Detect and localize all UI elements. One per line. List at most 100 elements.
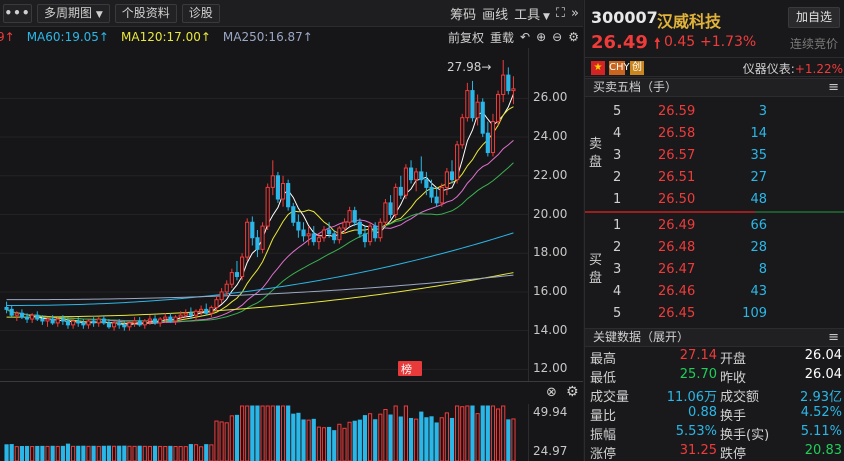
volume-chart[interactable] [0,404,583,461]
bid-vol: 28 [750,240,767,255]
candle [393,183,398,219]
gear-icon[interactable]: ⚙ [568,30,579,44]
ask-row[interactable]: 1 26.50 48 [585,189,844,211]
diagnose-button[interactable]: 诊股 [181,3,220,23]
lhb-badge-text: 榜 [401,362,412,376]
candle [511,76,516,105]
candle [152,315,158,325]
candlestick-chart[interactable]: 27.98→ 榜 [0,48,583,381]
volume-bar [91,445,96,461]
stock-profile-button[interactable]: 个股资料 [114,3,177,23]
volume-bar [4,444,9,461]
orderbook-header[interactable]: 买卖五档（手） ≡ [585,78,844,97]
ask-row[interactable]: 3 26.57 35 [585,145,844,167]
volume-bar [291,413,296,461]
chips-button[interactable]: 筹码 [450,4,476,23]
ask-vol: 3 [758,104,767,119]
volume-bar [455,405,460,461]
orderbook-divider-bid [755,211,844,213]
volume-bar [434,422,439,461]
undo-icon[interactable]: ↶ [520,30,530,44]
bid-row[interactable]: 3 26.47 8 [585,259,844,281]
ask-row[interactable]: 2 26.51 27 [585,167,844,189]
bid-row[interactable]: 2 26.48 28 [585,237,844,259]
candle [419,156,424,184]
bid-row[interactable]: 4 26.46 43 [585,281,844,303]
volume-bar [168,445,173,461]
candle [270,160,275,196]
candle [388,195,393,219]
tools-dropdown[interactable]: 工具 ▼ [514,4,550,23]
keydata-value: 26.04 [804,348,842,363]
candle [71,319,76,329]
candle [414,168,419,192]
volume-bar [367,413,373,461]
period-dropdown[interactable]: 多周期图 ▼ [37,3,110,23]
bid-price: 26.48 [658,240,696,255]
ask-price: 26.58 [658,126,696,141]
toolbar-right: 筹码 画线 工具 ▼ ⛶ » [450,0,579,27]
overlay-toggle[interactable]: 重载 [490,29,514,46]
chy-tag[interactable]: CHY [609,61,630,75]
volume-bar [111,445,117,461]
ask-row[interactable]: 4 26.58 14 [585,123,844,145]
price-tick: 18.00 [533,245,568,260]
menu-icon[interactable]: ≡ [828,79,839,96]
volume-bar [439,417,444,461]
candle [65,317,71,329]
chart-toolbar: ••• 多周期图 ▼ 个股资料 诊股 筹码 画线 工具 ▼ ⛶ » [0,0,583,27]
volume-bar [383,409,388,461]
gear-icon[interactable]: ⚙ [566,384,579,400]
candle [367,222,373,246]
chevron-down-icon: ▼ [95,9,103,20]
volume-bar [147,445,153,461]
candle [408,160,414,184]
keydata-value: 0.88 [688,405,717,420]
ma-partial-value: 9↑ [0,30,15,44]
volume-bar [132,445,137,461]
candle [378,218,383,242]
price-tick: 16.00 [533,283,568,298]
keydata-row: 振幅 5.53% 换手(实) 5.11% [585,423,844,443]
volume-bar [45,445,50,461]
keydata-header[interactable]: 关键数据（展开） ≡ [585,328,844,347]
bid-row[interactable]: 1 26.49 66 [585,215,844,237]
sector-index[interactable]: 仪器仪表:+1.22% [743,60,843,77]
add-watchlist-button[interactable]: 加自选 [788,7,840,28]
volume-bar [35,445,40,461]
candle [490,113,496,157]
ask-price: 26.59 [658,104,696,119]
keydata-label: 最高 [590,352,617,367]
bid-vol: 109 [742,306,767,321]
close-icon[interactable]: ⊗ [546,385,557,400]
candle [9,305,14,318]
zoom-out-icon[interactable]: ⊖ [552,30,562,44]
menu-icon[interactable]: ≡ [828,329,839,346]
keydata-label: 昨收 [720,371,747,386]
candle [86,319,91,329]
volume-bar [209,444,214,461]
volume-bar [388,414,393,461]
zoom-in-icon[interactable]: ⊕ [536,30,546,44]
adjust-toggle[interactable]: 前复权 [448,29,484,46]
volume-bar [337,423,342,461]
candle [158,317,163,327]
volume-bar [234,414,240,461]
volume-bar [163,445,168,461]
volume-bar [316,426,321,461]
expand-icon[interactable]: ⛶ [556,6,565,21]
chinext-tag[interactable]: 创 [630,61,644,75]
collapse-icon[interactable]: » [571,6,579,21]
lhb-badge[interactable]: 榜 [398,361,422,376]
stock-code: 300007 [591,8,658,27]
keydata-value: 20.83 [804,443,842,458]
candle [337,226,342,244]
candle [81,319,86,329]
keydata-row: 成交量 11.06万 成交额 2.93亿 [585,385,844,405]
draw-line-button[interactable]: 画线 [482,4,508,23]
ask-row[interactable]: 5 26.59 3 [585,101,844,123]
sub-chart-bar: ⊗ ⚙ [0,382,583,404]
more-button[interactable]: ••• [3,3,32,23]
ma120-value: MA120:17.00↑ [121,30,211,44]
bid-row[interactable]: 5 26.45 109 [585,303,844,325]
